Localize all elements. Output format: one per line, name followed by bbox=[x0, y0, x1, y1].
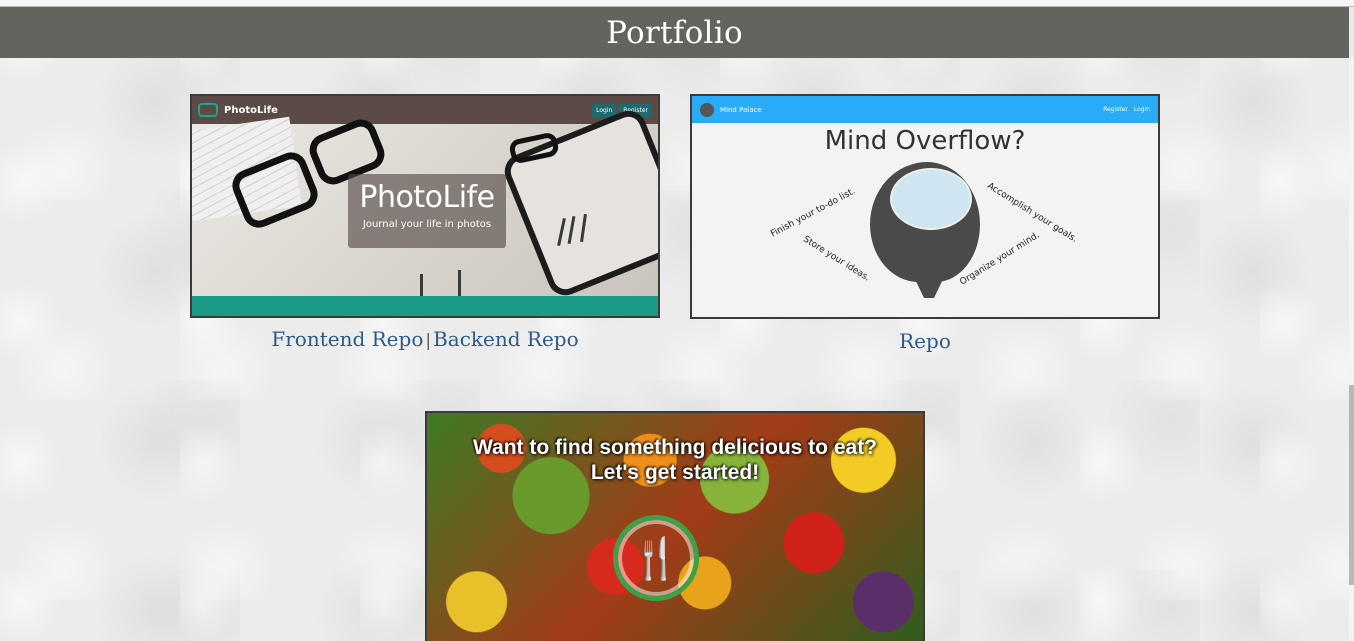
mind-palace-links: Repo bbox=[690, 329, 1160, 353]
mind-palace-login-link: Login bbox=[1133, 106, 1150, 113]
link-separator: | bbox=[425, 331, 432, 351]
frontend-repo-link[interactable]: Frontend Repo bbox=[271, 327, 423, 351]
repo-link[interactable]: Repo bbox=[899, 329, 951, 353]
project-preview-food-finder[interactable]: Want to find something delicious to eat?… bbox=[425, 411, 925, 641]
food-headline-line2: Let's get started! bbox=[590, 461, 760, 484]
mind-palace-brand: Mind Palace bbox=[720, 105, 762, 114]
head-logo-icon bbox=[700, 102, 714, 117]
project-preview-photolife[interactable]: PhotoLife Login Register PhotoLife Journ… bbox=[190, 94, 660, 318]
camera-icon bbox=[198, 103, 218, 117]
photolife-hero-image: PhotoLife Journal your life in photos bbox=[192, 105, 658, 302]
page-title: Portfolio bbox=[606, 14, 743, 51]
mind-palace-title: Mind Overflow? bbox=[824, 126, 1026, 156]
tablet-graphic bbox=[499, 105, 658, 301]
photolife-footer-bar bbox=[192, 296, 658, 316]
page-header: Portfolio bbox=[0, 7, 1349, 58]
food-finder-headline: Want to find something delicious to eat?… bbox=[427, 435, 923, 485]
photolife-hero-caption: PhotoLife Journal your life in photos bbox=[348, 174, 506, 248]
brain-graphic bbox=[890, 168, 972, 230]
mind-palace-phrase: Finish your to-do list. bbox=[769, 186, 858, 240]
photolife-brand: PhotoLife bbox=[224, 104, 278, 116]
fork-knife-icon: 🍴 bbox=[613, 515, 699, 601]
mind-palace-register-link: Register bbox=[1103, 106, 1128, 113]
scrollbar-thumb[interactable] bbox=[1349, 385, 1354, 585]
project-preview-mind-palace[interactable]: Mind Palace Register Login Mind Overflow… bbox=[690, 94, 1160, 319]
browser-top-edge bbox=[0, 0, 1354, 7]
backend-repo-link[interactable]: Backend Repo bbox=[433, 327, 579, 351]
mind-palace-navbar: Mind Palace Register Login bbox=[692, 96, 1158, 123]
photolife-links: Frontend Repo | Backend Repo bbox=[190, 327, 660, 351]
pencil-graphic bbox=[458, 270, 461, 298]
mind-palace-phrase: Store your ideas. bbox=[801, 234, 872, 284]
food-headline-line1: Want to find something delicious to eat? bbox=[472, 436, 878, 459]
photolife-hero-subtitle: Journal your life in photos bbox=[362, 219, 492, 230]
photolife-hero-title: PhotoLife bbox=[359, 180, 495, 215]
